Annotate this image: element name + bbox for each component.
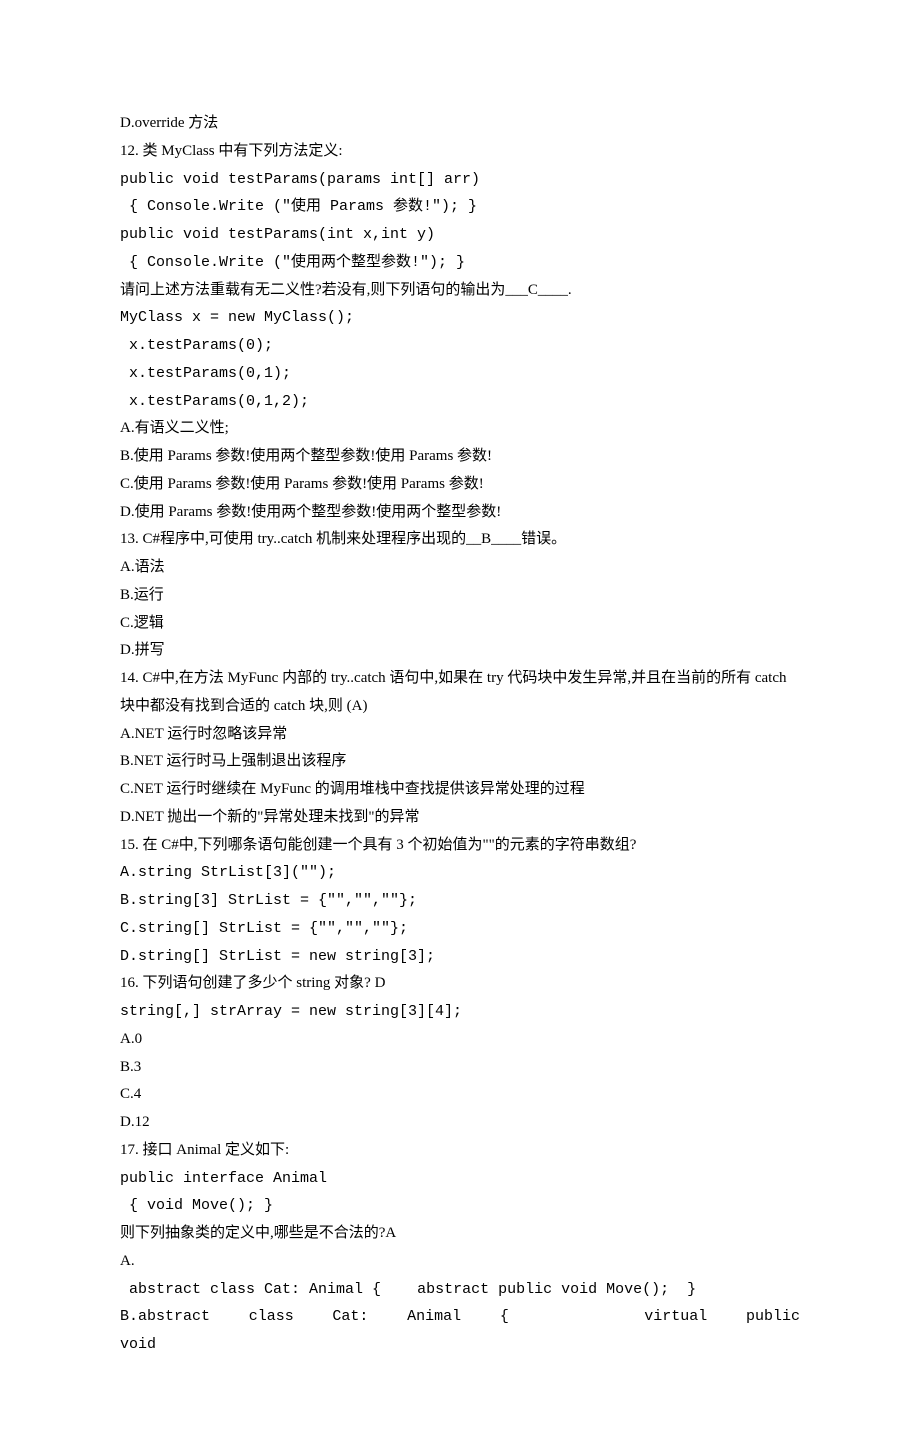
text-line: x.testParams(0,1,2); bbox=[120, 388, 800, 416]
text-line: 15. 在 C#中,下列哪条语句能创建一个具有 3 个初始值为""的元素的字符串… bbox=[120, 832, 800, 860]
text-line: D.12 bbox=[120, 1109, 800, 1137]
text-line: D.override 方法 bbox=[120, 110, 800, 138]
text-line: B.abstract class Cat: Animal { virtual p… bbox=[120, 1303, 800, 1359]
text-line: C.string[] StrList = {"","",""}; bbox=[120, 915, 800, 943]
text-line: C.使用 Params 参数!使用 Params 参数!使用 Params 参数… bbox=[120, 471, 800, 499]
text-line: public void testParams(int x,int y) bbox=[120, 221, 800, 249]
text-line: D.string[] StrList = new string[3]; bbox=[120, 943, 800, 971]
text-line: A.NET 运行时忽略该异常 bbox=[120, 721, 800, 749]
document-content: D.override 方法12. 类 MyClass 中有下列方法定义:publ… bbox=[120, 110, 800, 1359]
text-line: B.使用 Params 参数!使用两个整型参数!使用 Params 参数! bbox=[120, 443, 800, 471]
text-line: 则下列抽象类的定义中,哪些是不合法的?A bbox=[120, 1220, 800, 1248]
text-line: abstract class Cat: Animal { abstract pu… bbox=[120, 1276, 800, 1304]
text-line: D.使用 Params 参数!使用两个整型参数!使用两个整型参数! bbox=[120, 499, 800, 527]
text-line: 13. C#程序中,可使用 try..catch 机制来处理程序出现的__B__… bbox=[120, 526, 800, 554]
text-line: D.NET 抛出一个新的"异常处理未找到"的异常 bbox=[120, 804, 800, 832]
text-line: public interface Animal bbox=[120, 1165, 800, 1193]
text-line: C.逻辑 bbox=[120, 610, 800, 638]
text-line: C.4 bbox=[120, 1081, 800, 1109]
text-line: 16. 下列语句创建了多少个 string 对象? D bbox=[120, 970, 800, 998]
text-line: A.0 bbox=[120, 1026, 800, 1054]
text-line: A.有语义二义性; bbox=[120, 415, 800, 443]
text-line: D.拼写 bbox=[120, 637, 800, 665]
text-line: public void testParams(params int[] arr) bbox=[120, 166, 800, 194]
text-line: A.语法 bbox=[120, 554, 800, 582]
text-line: 12. 类 MyClass 中有下列方法定义: bbox=[120, 138, 800, 166]
text-line: C.NET 运行时继续在 MyFunc 的调用堆栈中查找提供该异常处理的过程 bbox=[120, 776, 800, 804]
text-line: B.3 bbox=[120, 1054, 800, 1082]
text-line: 请问上述方法重载有无二义性?若没有,则下列语句的输出为___C____. bbox=[120, 277, 800, 305]
document-page: D.override 方法12. 类 MyClass 中有下列方法定义:publ… bbox=[0, 0, 920, 1439]
text-line: string[,] strArray = new string[3][4]; bbox=[120, 998, 800, 1026]
text-line: { Console.Write ("使用两个整型参数!"); } bbox=[120, 249, 800, 277]
text-line: A.string StrList[3](""); bbox=[120, 859, 800, 887]
text-line: A. bbox=[120, 1248, 800, 1276]
text-line: B.运行 bbox=[120, 582, 800, 610]
text-line: { Console.Write ("使用 Params 参数!"); } bbox=[120, 193, 800, 221]
text-line: x.testParams(0,1); bbox=[120, 360, 800, 388]
text-line: MyClass x = new MyClass(); bbox=[120, 304, 800, 332]
text-line: B.string[3] StrList = {"","",""}; bbox=[120, 887, 800, 915]
text-line: 14. C#中,在方法 MyFunc 内部的 try..catch 语句中,如果… bbox=[120, 665, 800, 721]
text-line: { void Move(); } bbox=[120, 1192, 800, 1220]
text-line: B.NET 运行时马上强制退出该程序 bbox=[120, 748, 800, 776]
text-line: 17. 接口 Animal 定义如下: bbox=[120, 1137, 800, 1165]
text-line: x.testParams(0); bbox=[120, 332, 800, 360]
